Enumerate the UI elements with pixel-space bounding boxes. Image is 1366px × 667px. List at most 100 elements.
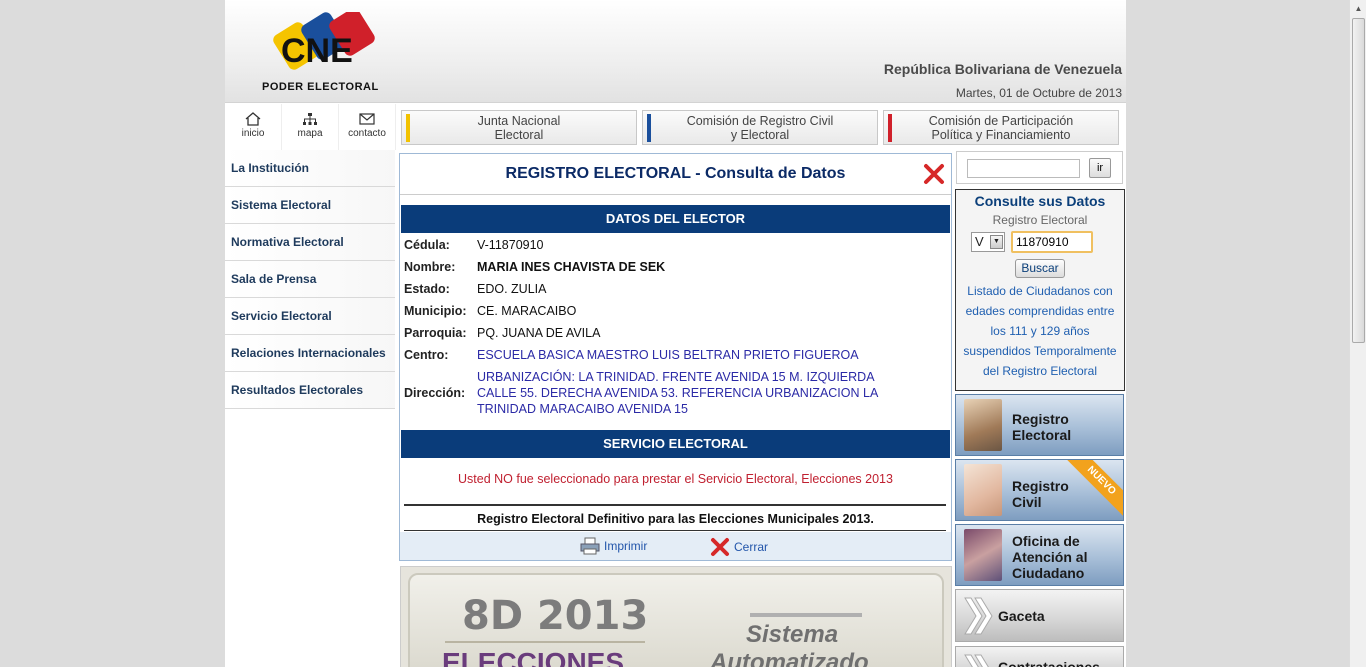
gaceta-button[interactable]: Gaceta <box>955 589 1124 642</box>
panel-title: REGISTRO ELECTORAL - Consulta de Datos <box>400 154 951 195</box>
nav-home[interactable]: inicio <box>225 104 282 150</box>
close-icon <box>711 538 729 556</box>
nav-label-line1: Comisión de Registro Civil <box>686 114 834 128</box>
field-label: Municipio: <box>404 304 467 318</box>
panel-actions: Imprimir Cerrar <box>400 532 951 560</box>
field-value: CE. MARACAIBO <box>477 304 577 318</box>
elecciones-banner[interactable]: 8D 2013 ELECCIONES Sistema Automatizado <box>400 566 952 667</box>
sidebar-item-sistema-electoral[interactable]: Sistema Electoral <box>225 187 395 224</box>
nav-registro-civil[interactable]: Comisión de Registro Civil y Electoral <box>642 110 878 145</box>
nuevo-badge: NUEVO <box>1059 460 1123 520</box>
search-go-button[interactable]: ir <box>1089 158 1111 178</box>
sitemap-icon <box>303 113 317 125</box>
banner-divider <box>750 613 862 617</box>
label-line: Atención al <box>1012 549 1088 565</box>
gaceta-label: Gaceta <box>998 608 1045 624</box>
nav-map[interactable]: mapa <box>282 104 339 150</box>
field-municipio: Municipio: CE. MARACAIBO <box>404 304 948 318</box>
double-chevron-icon <box>964 654 989 667</box>
registro-civil-button[interactable]: Registro Civil NUEVO <box>955 459 1124 521</box>
nationality-value: V <box>975 234 984 249</box>
banner-divider <box>445 641 645 643</box>
field-value: PQ. JUANA DE AVILA <box>477 326 601 340</box>
banner-sistema: Sistema <box>746 621 839 648</box>
sidebar-item-institucion[interactable]: La Institución <box>225 150 395 187</box>
scroll-up-icon[interactable]: ▲ <box>1350 0 1366 17</box>
field-label: Cédula: <box>404 238 450 252</box>
nav-label-line2: Electoral <box>494 128 544 142</box>
elector-fields: Cédula: V-11870910 Nombre: MARIA INES CH… <box>404 238 948 425</box>
registro-definitivo-text: Registro Electoral Definitivo para las E… <box>477 512 874 526</box>
field-cedula: Cédula: V-11870910 <box>404 238 948 252</box>
panel-title-text: REGISTRO ELECTORAL - Consulta de Datos <box>505 165 846 182</box>
field-nombre: Nombre: MARIA INES CHAVISTA DE SEK <box>404 260 948 274</box>
contrataciones-button[interactable]: Contrataciones <box>955 646 1124 667</box>
field-value: MARIA INES CHAVISTA DE SEK <box>477 260 666 274</box>
sidebar: La Institución Sistema Electoral Normati… <box>225 150 395 409</box>
sidebar-item-normativa[interactable]: Normativa Electoral <box>225 224 395 261</box>
oficina-atencion-button[interactable]: Oficina de Atención al Ciudadano <box>955 524 1124 586</box>
nationality-select[interactable]: V ▼ <box>971 232 1005 252</box>
consulta-datos-box: Consulte sus Datos Registro Electoral V … <box>955 189 1125 391</box>
nav-contact-label: contacto <box>348 128 386 139</box>
search-box: ir <box>956 151 1123 184</box>
vertical-scrollbar[interactable]: ▲ <box>1349 0 1366 667</box>
print-label: Imprimir <box>604 539 648 553</box>
scrollbar-thumb[interactable] <box>1352 18 1365 343</box>
consulta-panel: REGISTRO ELECTORAL - Consulta de Datos D… <box>399 153 952 561</box>
site-header: CNE PODER ELECTORAL República Bolivarian… <box>225 0 1126 103</box>
close-icon[interactable] <box>923 163 945 190</box>
nav-map-label: mapa <box>297 128 323 139</box>
color-bar <box>406 114 410 142</box>
divider <box>404 530 946 531</box>
search-input[interactable] <box>967 159 1080 178</box>
nav-label-line2: Política y Financiamiento <box>931 128 1071 142</box>
print-button[interactable]: Imprimir <box>580 537 647 555</box>
field-value[interactable]: ESCUELA BASICA MAESTRO LUIS BELTRAN PRIE… <box>477 348 948 362</box>
sidebar-item-resultados[interactable]: Resultados Electorales <box>225 372 395 409</box>
nav-contact[interactable]: contacto <box>339 104 396 150</box>
label-line: Electoral <box>1012 427 1072 443</box>
field-parroquia: Parroquia: PQ. JUANA DE AVILA <box>404 326 948 340</box>
banner-automatizado: Automatizado <box>710 649 869 667</box>
field-label: Dirección: <box>404 386 466 400</box>
color-bar <box>888 114 892 142</box>
field-label: Parroquia: <box>404 326 467 340</box>
datos-elector-header: DATOS DEL ELECTOR <box>401 205 950 233</box>
listado-suspendidos-link[interactable]: Listado de Ciudadanos con edades compren… <box>956 281 1124 381</box>
close-button[interactable]: Cerrar <box>710 537 768 557</box>
nav-junta-nacional[interactable]: Junta Nacional Electoral <box>401 110 637 145</box>
cedula-input[interactable] <box>1011 231 1093 253</box>
color-bar <box>647 114 651 142</box>
nav-participacion-politica[interactable]: Comisión de Participación Política y Fin… <box>883 110 1119 145</box>
chevron-down-icon: ▼ <box>990 235 1003 249</box>
registro-civil-photo <box>964 464 1002 516</box>
nav-home-label: inicio <box>241 128 265 139</box>
field-value: V-11870910 <box>477 238 544 252</box>
nav-label-line2: y Electoral <box>730 128 790 142</box>
nav-label-line1: Comisión de Participación <box>928 114 1074 128</box>
servicio-notice: Usted NO fue seleccionado para prestar e… <box>458 472 893 486</box>
registro-electoral-button[interactable]: Registro Electoral <box>955 394 1124 456</box>
envelope-icon <box>359 113 375 125</box>
printer-icon <box>580 537 600 555</box>
field-label: Nombre: <box>404 260 456 274</box>
servicio-electoral-header: SERVICIO ELECTORAL <box>401 430 950 458</box>
buscar-button[interactable]: Buscar <box>1015 259 1065 278</box>
consulta-subtitle: Registro Electoral <box>992 213 1088 227</box>
home-icon <box>245 112 261 126</box>
sidebar-item-sala-prensa[interactable]: Sala de Prensa <box>225 261 395 298</box>
cedula-row: V ▼ <box>956 230 1124 256</box>
field-label: Centro: <box>404 348 449 362</box>
label-line: Oficina de <box>1012 533 1080 549</box>
double-chevron-icon <box>964 597 993 635</box>
sidebar-item-servicio-electoral[interactable]: Servicio Electoral <box>225 298 395 335</box>
label-line: Registro <box>1012 478 1069 494</box>
contrataciones-label: Contrataciones <box>998 659 1100 667</box>
registro-electoral-photo <box>964 399 1002 451</box>
registro-civil-label: Registro Civil <box>1012 478 1069 510</box>
oficina-atencion-label: Oficina de Atención al Ciudadano <box>1012 533 1087 581</box>
current-date: Martes, 01 de Octubre de 2013 <box>955 86 1122 100</box>
field-centro: Centro: ESCUELA BASICA MAESTRO LUIS BELT… <box>404 348 948 362</box>
sidebar-item-relaciones[interactable]: Relaciones Internacionales <box>225 335 395 372</box>
